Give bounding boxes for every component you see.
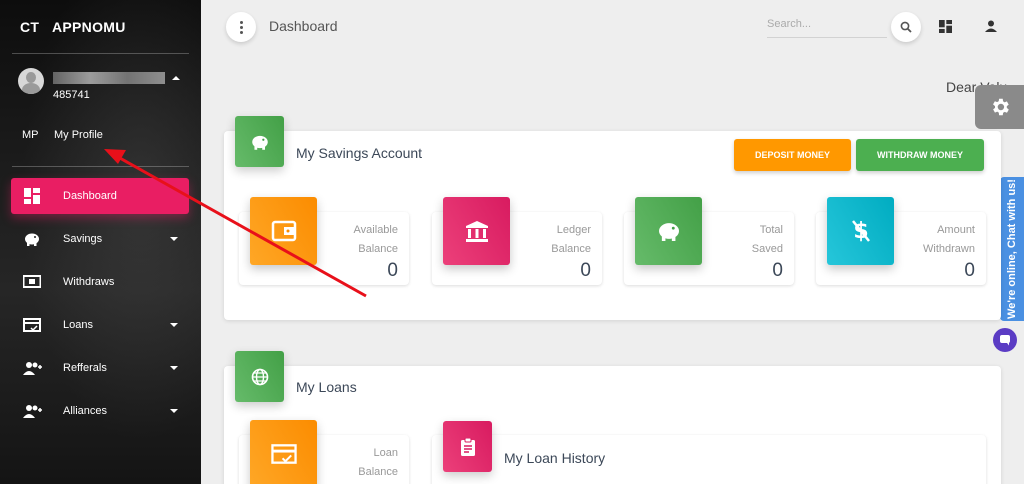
sidebar-item-label: Dashboard <box>63 190 117 202</box>
sidebar-item-dashboard[interactable]: Dashboard <box>11 178 189 214</box>
sidebar-nav: Dashboard Savings Withdraws Loans Reffer… <box>11 178 189 436</box>
chevron-down-icon <box>170 366 178 370</box>
gear-icon <box>992 98 1009 116</box>
chat-label: We're online, Chat with us! <box>1006 179 1018 319</box>
stat-ledger-balance: Ledger Balance 0 <box>432 197 602 285</box>
user-id: 485741 <box>53 89 90 101</box>
chat-widget-tab[interactable]: We're online, Chat with us! <box>1000 177 1024 321</box>
sidebar-item-label: Savings <box>63 233 103 245</box>
credit-card-icon <box>22 317 42 333</box>
sidebar-item-savings[interactable]: Savings <box>11 221 189 257</box>
sidebar-item-alliances[interactable]: Alliances <box>11 393 189 429</box>
stat-label: Amount Withdrawn <box>923 224 975 255</box>
credit-card-icon <box>270 444 297 464</box>
piggy-bank-icon <box>22 231 42 247</box>
sidebar-toggle-button[interactable] <box>226 12 256 42</box>
withdraw-money-button[interactable]: WITHDRAW MONEY <box>856 139 984 171</box>
stat-icon-box <box>635 197 702 265</box>
settings-tab[interactable] <box>975 85 1024 129</box>
stat-icon-box <box>250 420 317 484</box>
savings-card-icon <box>235 116 284 167</box>
stat-label: Ledger Balance <box>551 224 591 255</box>
sidebar-item-loans[interactable]: Loans <box>11 307 189 343</box>
user-panel[interactable]: 485741 <box>18 68 190 108</box>
loan-history-icon-box <box>443 421 492 472</box>
chat-button[interactable] <box>993 328 1017 352</box>
dashboard-icon <box>22 188 42 204</box>
person-icon[interactable] <box>983 18 999 34</box>
sidebar-item-refferals[interactable]: Refferals <box>11 350 189 386</box>
globe-icon <box>251 368 268 385</box>
money-off-icon: $ <box>851 219 870 244</box>
stat-label: Available Balance <box>353 224 398 255</box>
clipboard-icon <box>460 437 475 456</box>
stat-icon-box: $ <box>827 197 894 265</box>
group-add-icon <box>22 403 42 419</box>
sidebar: CT APPNOMU 485741 MP My Profile Dashboar… <box>0 0 201 484</box>
sidebar-item-my-profile[interactable]: MP My Profile <box>22 129 103 141</box>
stat-value: 0 <box>387 260 398 281</box>
topbar: Dashboard Search... <box>201 0 1024 54</box>
piggy-bank-icon <box>658 223 679 241</box>
stat-total-saved: Total Saved 0 <box>624 197 794 285</box>
loan-history-title: My Loan History <box>504 450 606 466</box>
brand-mini: CT <box>20 19 40 35</box>
stat-value: 0 <box>964 260 975 281</box>
stat-icon-box <box>250 197 317 265</box>
stat-icon-box <box>443 197 510 265</box>
bank-icon <box>465 221 488 242</box>
chevron-down-icon <box>170 237 178 241</box>
stat-loan-balance: Loan Balance <box>239 420 409 484</box>
group-add-icon <box>22 360 42 376</box>
brand[interactable]: CT APPNOMU <box>0 0 201 54</box>
search-icon <box>900 21 912 33</box>
stat-value: 0 <box>580 260 591 281</box>
search-button[interactable] <box>891 12 921 42</box>
search-input[interactable]: Search... <box>767 16 887 38</box>
piggy-bank-icon <box>251 135 268 150</box>
chat-bubble-icon <box>1000 335 1010 346</box>
loans-card-icon <box>235 351 284 402</box>
wallet-icon <box>271 220 296 242</box>
profile-label: My Profile <box>54 129 103 141</box>
profile-mini: MP <box>22 129 39 141</box>
stat-available-balance: Available Balance 0 <box>239 197 409 285</box>
avatar <box>18 68 44 94</box>
page-title: Dashboard <box>269 18 338 34</box>
dashboard-icon[interactable] <box>937 18 953 34</box>
stat-label: Total Saved <box>751 224 783 255</box>
sidebar-item-label: Alliances <box>63 405 108 417</box>
stat-amount-withdrawn: $ AmountWithdrawn 0 <box>816 197 986 285</box>
loans-card-title: My Loans <box>296 379 357 395</box>
caret-up-icon[interactable] <box>172 76 180 80</box>
deposit-money-button[interactable]: DEPOSIT MONEY <box>734 139 851 171</box>
user-name-redacted <box>53 72 165 84</box>
savings-card-title: My Savings Account <box>296 145 423 161</box>
brand-name: APPNOMU <box>52 19 126 35</box>
stat-label: Loan Balance <box>358 447 398 478</box>
money-icon <box>22 274 42 290</box>
sidebar-divider <box>12 166 189 167</box>
chevron-down-icon <box>170 323 178 327</box>
sidebar-item-label: Withdraws <box>63 276 115 288</box>
sidebar-item-label: Loans <box>63 319 93 331</box>
chevron-down-icon <box>170 409 178 413</box>
sidebar-item-withdraws[interactable]: Withdraws <box>11 264 189 300</box>
stat-value: 0 <box>772 260 783 281</box>
sidebar-item-label: Refferals <box>63 362 107 374</box>
